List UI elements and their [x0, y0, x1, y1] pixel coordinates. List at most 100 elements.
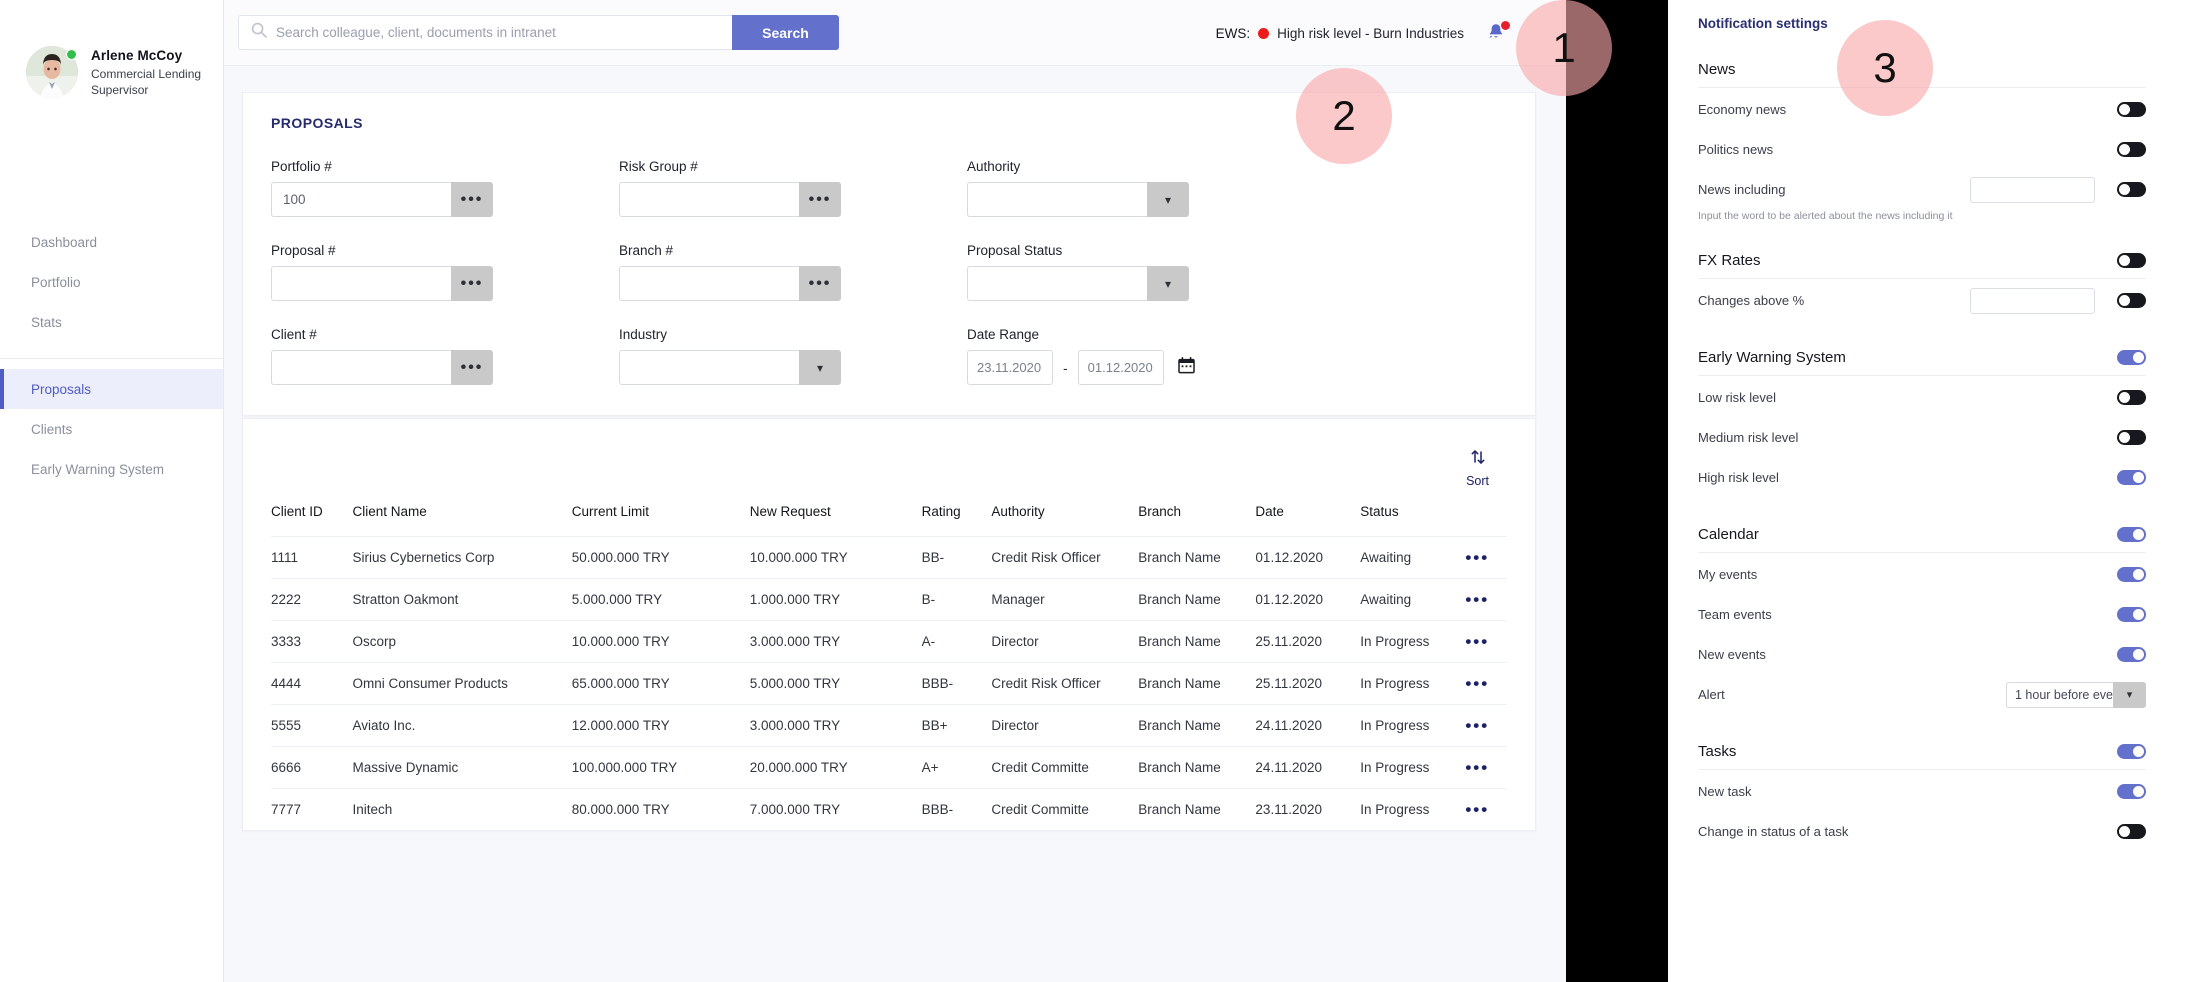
proposal-number-input[interactable] — [271, 266, 451, 301]
table-row[interactable]: 6666 Massive Dynamic 100.000.000 TRY 20.… — [271, 746, 1507, 789]
chevron-down-icon[interactable]: ▾ — [2113, 681, 2146, 708]
toggle-news-including[interactable] — [2117, 182, 2146, 197]
column-header-branch[interactable]: Branch — [1138, 504, 1255, 537]
industry-combo[interactable]: ▾ — [619, 350, 841, 385]
sort-button[interactable]: Sort — [1466, 449, 1489, 488]
toggle-new-task[interactable] — [2117, 784, 2146, 799]
cell-authority: Credit Risk Officer — [991, 676, 1101, 691]
section-early-warning-system: Early Warning System Low risk level Medi… — [1698, 349, 2146, 496]
sidebar-item-clients[interactable]: Clients — [0, 409, 223, 449]
branch-number-input[interactable] — [619, 266, 799, 301]
toggle-changes-above-percent[interactable] — [2117, 293, 2146, 308]
cell-date: 01.12.2020 — [1255, 550, 1323, 565]
row-actions-button[interactable]: ••• — [1465, 674, 1489, 693]
search-button[interactable]: Search — [732, 15, 839, 50]
row-actions-button[interactable]: ••• — [1465, 548, 1489, 567]
changes-above-percent-input[interactable] — [1970, 287, 2095, 314]
toggle-my-events[interactable] — [2117, 567, 2146, 582]
sidebar-item-stats[interactable]: Stats — [0, 302, 223, 342]
row-actions-button[interactable]: ••• — [1465, 590, 1489, 609]
industry-select-value[interactable] — [619, 350, 799, 385]
sidebar-item-dashboard[interactable]: Dashboard — [0, 222, 223, 262]
toggle-calendar-master[interactable] — [2117, 527, 2146, 542]
proposal-number-combo[interactable]: ••• — [271, 266, 493, 301]
calendar-icon[interactable] — [1177, 356, 1195, 379]
branch-number-picker-button[interactable]: ••• — [799, 266, 841, 301]
sidebar-item-proposals[interactable]: Proposals — [0, 369, 223, 409]
chevron-down-icon[interactable]: ▾ — [1147, 266, 1189, 301]
branch-number-combo[interactable]: ••• — [619, 266, 841, 301]
filter-proposal-number: Proposal # ••• — [271, 243, 619, 301]
authority-combo[interactable]: ▾ — [967, 182, 1189, 217]
toggle-new-events[interactable] — [2117, 647, 2146, 662]
column-header-status[interactable]: Status — [1360, 504, 1465, 537]
risk-group-number-picker-button[interactable]: ••• — [799, 182, 841, 217]
notification-bell-icon[interactable] — [1486, 21, 1510, 44]
table-row[interactable]: 7777 Initech 80.000.000 TRY 7.000.000 TR… — [271, 788, 1507, 831]
table-row[interactable]: 2222 Stratton Oakmont 5.000.000 TRY 1.00… — [271, 578, 1507, 621]
toggle-medium-risk-level[interactable] — [2117, 430, 2146, 445]
table-row[interactable]: 3333 Oscorp 10.000.000 TRY 3.000.000 TRY… — [271, 620, 1507, 663]
portfolio-number-combo[interactable]: ••• — [271, 182, 493, 217]
cell-new-request: 3.000.000 TRY — [749, 718, 841, 733]
section-header: Tasks — [1698, 743, 2146, 770]
toggle-early-warning-system-master[interactable] — [2117, 350, 2146, 365]
cell-branch: Branch Name — [1138, 550, 1221, 565]
portfolio-number-input[interactable] — [271, 182, 451, 217]
row-actions-button[interactable]: ••• — [1465, 800, 1489, 819]
toggle-tasks-master[interactable] — [2117, 744, 2146, 759]
proposal-status-combo[interactable]: ▾ — [967, 266, 1189, 301]
table-row[interactable]: 4444 Omni Consumer Products 65.000.000 T… — [271, 662, 1507, 705]
proposal-status-select-value[interactable] — [967, 266, 1147, 301]
authority-select-value[interactable] — [967, 182, 1147, 217]
column-header-date[interactable]: Date — [1255, 504, 1360, 537]
ews-status-bar: EWS: High risk level - Burn Industries — [1216, 0, 1510, 66]
cell-rating: B- — [921, 592, 936, 607]
toggle-team-events[interactable] — [2117, 607, 2146, 622]
news-including-input[interactable] — [1970, 176, 2095, 203]
setting-row-news-including: News including — [1698, 171, 2146, 208]
setting-label: Change in status of a task — [1698, 824, 1849, 839]
toggle-task-status-change[interactable] — [2117, 824, 2146, 839]
user-profile[interactable]: Arlene McCoy Commercial Lending Supervis… — [0, 0, 223, 98]
row-actions-button[interactable]: ••• — [1465, 758, 1489, 777]
column-header-new-request[interactable]: New Request — [750, 504, 922, 537]
column-header-current-limit[interactable]: Current Limit — [572, 504, 750, 537]
sidebar-item-label: Early Warning System — [31, 461, 165, 477]
client-number-input[interactable] — [271, 350, 451, 385]
table-row[interactable]: 1111 Sirius Cybernetics Corp 50.000.000 … — [271, 536, 1507, 579]
chevron-down-icon[interactable]: ▾ — [1147, 182, 1189, 217]
online-status-dot — [66, 49, 77, 60]
proposal-number-picker-button[interactable]: ••• — [451, 266, 493, 301]
search-input[interactable] — [276, 16, 732, 49]
table-row[interactable]: 5555 Aviato Inc. 12.000.000 TRY 3.000.00… — [271, 704, 1507, 747]
toggle-fx-rates-master[interactable] — [2117, 253, 2146, 268]
sidebar-item-portfolio[interactable]: Portfolio — [0, 262, 223, 302]
date-to-input[interactable] — [1077, 350, 1164, 385]
client-number-combo[interactable]: ••• — [271, 350, 493, 385]
column-header-client-id[interactable]: Client ID — [271, 504, 353, 537]
column-header-rating[interactable]: Rating — [922, 504, 992, 537]
column-header-client-name[interactable]: Client Name — [353, 504, 572, 537]
portfolio-number-picker-button[interactable]: ••• — [451, 182, 493, 217]
risk-group-number-input[interactable] — [619, 182, 799, 217]
filter-client-number: Client # ••• — [271, 327, 619, 385]
sidebar-item-early-warning-system[interactable]: Early Warning System — [0, 449, 223, 489]
client-number-picker-button[interactable]: ••• — [451, 350, 493, 385]
alert-timing-select[interactable]: 1 hour before event ▾ — [2006, 681, 2146, 708]
row-actions-button[interactable]: ••• — [1465, 632, 1489, 651]
risk-group-number-combo[interactable]: ••• — [619, 182, 841, 217]
filter-label: Proposal Status — [967, 243, 1063, 258]
toggle-politics-news[interactable] — [2117, 142, 2146, 157]
chevron-down-icon[interactable]: ▾ — [799, 350, 841, 385]
toggle-low-risk-level[interactable] — [2117, 390, 2146, 405]
section-title: Tasks — [1698, 743, 1737, 760]
date-from-input[interactable] — [967, 350, 1053, 385]
column-header-authority[interactable]: Authority — [991, 504, 1138, 537]
cell-client-id: 5555 — [271, 718, 302, 733]
search-box[interactable] — [238, 15, 732, 50]
sort-label: Sort — [1466, 474, 1489, 488]
toggle-high-risk-level[interactable] — [2117, 470, 2146, 485]
toggle-economy-news[interactable] — [2117, 102, 2146, 117]
row-actions-button[interactable]: ••• — [1465, 716, 1489, 735]
